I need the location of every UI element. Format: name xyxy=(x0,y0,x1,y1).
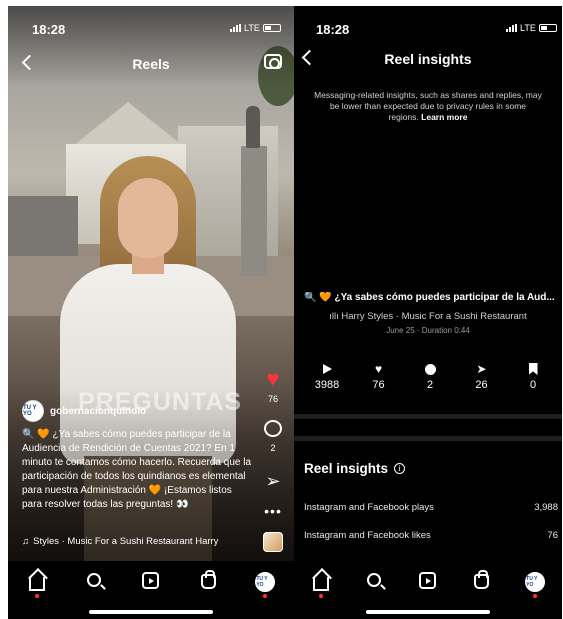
home-icon xyxy=(28,577,45,591)
metrics-row: 3988 ♥ 76 2 ➤ 26 0 xyxy=(302,362,558,391)
reel-caption-title: 🔍 🧡 ¿Ya sabes cómo puedes participar de … xyxy=(304,292,555,303)
account-name[interactable]: gobernacionquindio xyxy=(50,406,146,417)
music-note-icon: ♫ xyxy=(22,536,30,547)
page-title: Reels xyxy=(132,56,170,72)
signal-icon xyxy=(506,24,517,32)
battery-icon xyxy=(262,24,281,32)
notification-dot xyxy=(318,594,323,598)
music-text: Styles · Music For a Sushi Restaurant Ha… xyxy=(33,536,219,547)
person-face xyxy=(118,178,178,258)
stat-label: Instagram and Facebook plays xyxy=(304,502,434,513)
battery-icon xyxy=(538,24,557,32)
camera-icon[interactable] xyxy=(264,54,282,69)
home-icon xyxy=(312,577,329,591)
reels-icon xyxy=(419,572,437,589)
metric-plays: 3988 xyxy=(302,362,352,391)
metric-value: 3988 xyxy=(314,379,340,391)
status-time: 18:28 xyxy=(32,22,66,37)
nav-profile[interactable]: TU Y YO xyxy=(521,571,549,601)
profile-avatar: TU Y YO xyxy=(255,572,276,592)
share-icon: ➢ xyxy=(265,471,281,491)
account-row[interactable]: TU Y YO gobernacionquindio xyxy=(22,400,146,422)
like-count: 76 xyxy=(267,394,278,404)
audio-line[interactable]: ıllı Harry Styles · Music For a Sushi Re… xyxy=(294,311,562,322)
network-label: LTE xyxy=(520,23,536,33)
nav-reels[interactable] xyxy=(137,571,165,601)
comment-icon xyxy=(264,420,282,437)
video-statue xyxy=(246,106,260,148)
metric-value: 2 xyxy=(426,379,434,391)
nav-shop[interactable] xyxy=(194,570,222,601)
insights-screen: 18:28 LTE Reel insights Messaging-relate… xyxy=(294,6,562,619)
nav-search[interactable] xyxy=(360,571,388,601)
more-button[interactable]: ••• xyxy=(260,503,286,519)
reels-icon xyxy=(142,572,160,589)
metric-value: 0 xyxy=(529,379,537,391)
signal-icon xyxy=(230,24,241,32)
date-duration: June 25 · Duration 0:44 xyxy=(386,326,470,335)
nav-search[interactable] xyxy=(80,571,108,601)
audio-thumbnail[interactable] xyxy=(263,532,283,552)
nav-reels[interactable] xyxy=(414,571,442,601)
divider xyxy=(294,436,562,441)
search-icon xyxy=(86,573,101,587)
stat-label: Instagram and Facebook likes xyxy=(304,530,431,541)
network-label: LTE xyxy=(244,23,260,33)
stat-row-likes: Instagram and Facebook likes 76 xyxy=(304,530,558,541)
reel-screen: PREGUNTAS 18:28 LTE Reels ♥ 76 2 ➢ ••• T… xyxy=(8,6,294,619)
profile-avatar: TU Y YO xyxy=(525,572,546,592)
metric-comments: 2 xyxy=(405,362,455,391)
shop-icon xyxy=(474,570,490,589)
stat-value: 3,988 xyxy=(534,502,558,513)
nav-shop[interactable] xyxy=(468,570,496,601)
notification-dot xyxy=(263,594,268,598)
bookmark-icon xyxy=(528,363,538,375)
status-indicators: LTE xyxy=(506,23,557,33)
share-icon: ➤ xyxy=(476,362,487,376)
music-row[interactable]: ♫ Styles · Music For a Sushi Restaurant … xyxy=(22,536,254,547)
share-button[interactable]: ➢ xyxy=(260,472,286,490)
heart-icon: ♥ xyxy=(374,362,383,376)
search-icon xyxy=(367,573,382,587)
shop-icon xyxy=(200,570,216,589)
more-icon: ••• xyxy=(264,503,282,519)
top-gradient xyxy=(8,6,294,86)
caption[interactable]: 🔍 🧡 ¿Ya sabes cómo puedes participar de … xyxy=(22,428,254,512)
metric-likes: ♥ 76 xyxy=(354,362,404,391)
nav-home[interactable] xyxy=(307,571,335,601)
metric-shares: ➤ 26 xyxy=(457,362,507,391)
privacy-notice: Messaging-related insights, such as shar… xyxy=(314,90,542,123)
metric-value: 26 xyxy=(475,379,488,391)
section-title-text: Reel insights xyxy=(304,461,389,476)
divider xyxy=(294,414,562,419)
video-building-roof xyxy=(68,102,188,150)
stat-row-plays: Instagram and Facebook plays 3,988 xyxy=(304,502,558,513)
heart-icon: ♥ xyxy=(266,366,280,391)
audio-text: Harry Styles · Music For a Sushi Restaur… xyxy=(341,311,527,322)
notification-dot xyxy=(533,594,538,598)
home-indicator[interactable] xyxy=(366,610,490,614)
info-icon[interactable]: i xyxy=(394,463,406,474)
comment-count: 2 xyxy=(270,443,276,453)
learn-more-link[interactable]: Learn more xyxy=(421,112,467,122)
comment-button[interactable]: 2 xyxy=(260,420,286,453)
status-time: 18:28 xyxy=(316,22,350,37)
metric-saves: 0 xyxy=(508,362,558,391)
nav-home[interactable] xyxy=(23,571,51,601)
metric-value: 76 xyxy=(372,379,385,391)
comment-icon xyxy=(424,363,436,375)
status-indicators: LTE xyxy=(230,23,281,33)
audio-wave-icon: ıllı xyxy=(329,311,342,322)
play-icon xyxy=(322,364,332,374)
stat-value: 76 xyxy=(547,530,558,541)
page-title: Reel insights xyxy=(384,51,472,67)
home-indicator[interactable] xyxy=(89,610,213,614)
section-title: Reel insights i xyxy=(304,461,406,476)
like-button[interactable]: ♥ 76 xyxy=(260,366,286,405)
notification-dot xyxy=(34,594,39,598)
avatar[interactable]: TU Y YO xyxy=(22,400,44,422)
nav-profile[interactable]: TU Y YO xyxy=(251,571,279,601)
